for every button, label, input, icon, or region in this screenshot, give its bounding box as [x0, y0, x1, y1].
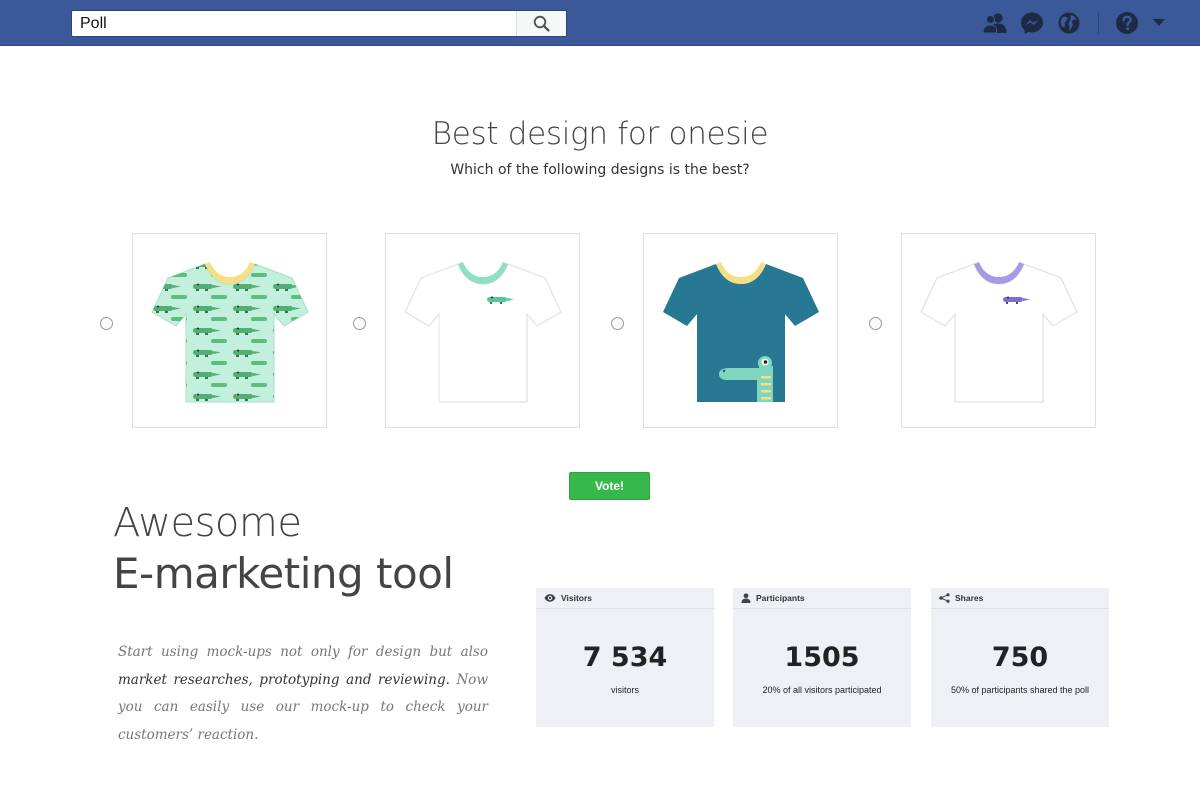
share-icon: [939, 593, 950, 603]
globe-icon[interactable]: [1056, 10, 1082, 36]
onesie-white-small-crocodile-icon: [403, 261, 562, 403]
stat-header: Participants: [733, 588, 911, 609]
poll-option-4: [869, 233, 1096, 428]
nav-icons: [971, 10, 1166, 36]
onesie-white-purple-crocodile-icon: [919, 261, 1078, 403]
option-1-radio[interactable]: [100, 317, 113, 330]
stat-card-participants: Participants 1505 20% of all visitors pa…: [733, 588, 911, 727]
onesie-teal-crocodile-icon: [662, 261, 819, 402]
stat-label: Visitors: [561, 593, 593, 603]
help-icon[interactable]: [1114, 10, 1140, 36]
poll-title: Best design for onesie: [431, 116, 769, 152]
poll-option-1: [100, 233, 327, 428]
stat-header: Visitors: [536, 588, 714, 609]
search-input[interactable]: [72, 11, 516, 36]
messenger-icon[interactable]: [1019, 10, 1045, 36]
marketing-title-line1: Awesome: [113, 500, 302, 546]
poll-question: Which of the following designs is the be…: [450, 162, 750, 178]
stat-value: 7 534: [582, 642, 668, 673]
option-3-image[interactable]: [643, 233, 838, 428]
poll-option-2: [353, 233, 580, 428]
marketing-body-highlight: market researches, prototyping and revie…: [118, 671, 450, 688]
stat-label: Participants: [756, 593, 805, 603]
search-button[interactable]: [516, 11, 566, 36]
stat-card-shares: Shares 750 50% of participants shared th…: [931, 588, 1109, 727]
chevron-down-icon[interactable]: [1152, 10, 1166, 36]
option-2-image[interactable]: [385, 233, 580, 428]
option-4-radio[interactable]: [869, 317, 882, 330]
nav-divider: [1098, 12, 1099, 34]
stat-header: Shares: [931, 588, 1109, 609]
top-navigation-bar: [0, 0, 1200, 46]
stat-caption: 50% of participants shared the poll: [950, 685, 1090, 695]
option-3-radio[interactable]: [611, 317, 624, 330]
marketing-description: Start using mock-ups not only for design…: [118, 639, 488, 749]
person-icon: [741, 593, 751, 603]
eye-icon: [544, 594, 556, 602]
onesie-mint-crocodile-print-icon: [150, 261, 309, 402]
search-icon: [533, 15, 550, 32]
stat-value: 750: [991, 642, 1049, 673]
option-2-radio[interactable]: [353, 317, 366, 330]
vote-button[interactable]: Vote!: [569, 472, 650, 500]
marketing-title-line2: E-marketing tool: [113, 549, 454, 598]
stat-label: Shares: [955, 593, 984, 603]
option-4-image[interactable]: [901, 233, 1096, 428]
search-bar: [71, 10, 567, 37]
option-1-image[interactable]: [132, 233, 327, 428]
stat-caption: 20% of all visitors participated: [762, 685, 882, 695]
friends-icon[interactable]: [982, 10, 1008, 36]
marketing-body-intro: Start using mock-ups not only for design…: [118, 644, 488, 660]
stat-caption: visitors: [610, 685, 639, 695]
stat-value: 1505: [784, 642, 860, 673]
stat-card-visitors: Visitors 7 534 visitors: [536, 588, 714, 727]
poll-option-3: [611, 233, 838, 428]
